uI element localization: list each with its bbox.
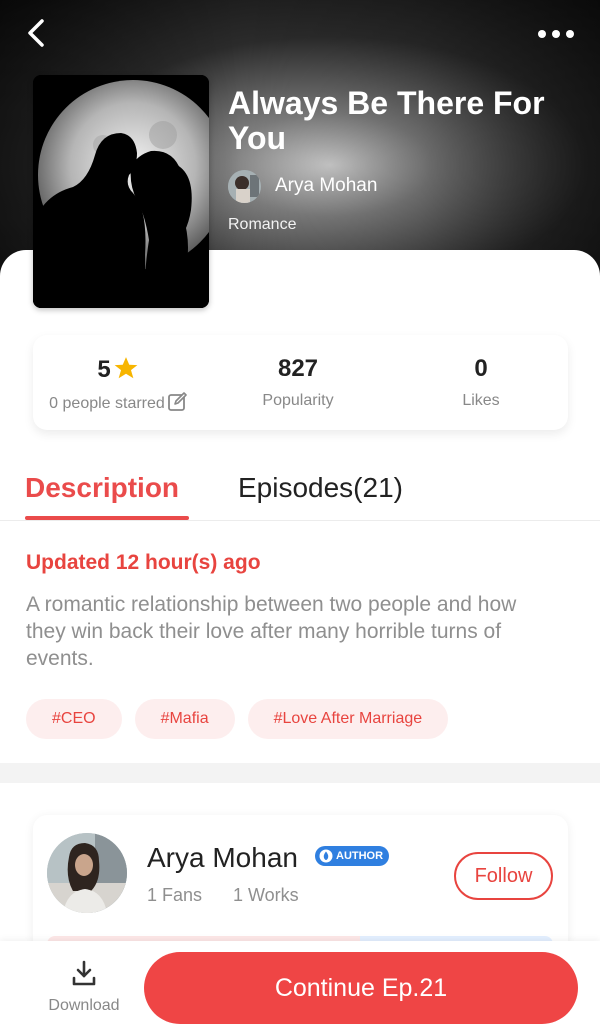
cover-artwork bbox=[33, 75, 209, 308]
author-name[interactable]: Arya Mohan bbox=[147, 842, 298, 874]
tab-bar: Description Episodes(21) bbox=[0, 460, 600, 521]
likes-value: 0 bbox=[474, 355, 488, 382]
author-badge: AUTHOR bbox=[315, 846, 390, 866]
popularity-value: 827 bbox=[277, 355, 319, 382]
rating-label: 0 people starred bbox=[49, 395, 165, 412]
active-tab-indicator bbox=[25, 516, 189, 520]
download-icon bbox=[72, 960, 96, 986]
follow-button[interactable]: Follow bbox=[454, 852, 553, 900]
continue-reading-button[interactable]: Continue Ep.21 bbox=[144, 952, 578, 1024]
tab-description[interactable]: Description bbox=[25, 472, 179, 504]
book-description: A romantic relationship between two peop… bbox=[26, 593, 517, 670]
download-label: Download bbox=[48, 997, 120, 1014]
author-card: Arya Mohan AUTHOR 1 Fans 1 Works Follow bbox=[33, 815, 568, 955]
popularity-label: Popularity bbox=[262, 392, 334, 409]
stat-likes: 0 Likes bbox=[396, 335, 566, 430]
section-divider bbox=[0, 763, 600, 783]
likes-label: Likes bbox=[462, 392, 500, 409]
update-status: Updated 12 hour(s) ago bbox=[26, 551, 261, 574]
author-avatar[interactable] bbox=[47, 833, 127, 913]
author-fans: 1 Fans bbox=[147, 885, 203, 905]
tag-love-after-marriage[interactable]: #Love After Marriage bbox=[247, 699, 449, 739]
book-author[interactable]: Arya Mohan bbox=[228, 168, 377, 204]
tag-mafia[interactable]: #Mafia bbox=[134, 699, 235, 739]
chevron-left-icon[interactable] bbox=[20, 16, 54, 50]
author-name-header: Arya Mohan bbox=[275, 175, 378, 196]
author-works: 1 Works bbox=[233, 885, 299, 905]
edit-icon[interactable] bbox=[167, 392, 187, 412]
stats-card: 5 0 people starred 827 Popularity 0 Like… bbox=[33, 335, 568, 430]
stat-popularity: 827 Popularity bbox=[213, 335, 383, 430]
tag-ceo[interactable]: #CEO bbox=[26, 699, 122, 739]
rating-value: 5 bbox=[97, 356, 111, 383]
bottom-action-bar: Download Continue Ep.21 bbox=[0, 941, 600, 1030]
rating-label-row: 0 people starred bbox=[33, 392, 203, 413]
stat-rating: 5 0 people starred bbox=[33, 335, 203, 430]
author-badge-icon bbox=[319, 849, 333, 863]
rating-value-row: 5 bbox=[33, 355, 203, 384]
book-cover bbox=[33, 75, 209, 308]
tab-episodes[interactable]: Episodes(21) bbox=[238, 472, 403, 504]
download-button[interactable]: Download bbox=[40, 959, 128, 1021]
author-badge-label: AUTHOR bbox=[336, 850, 384, 862]
genre-label[interactable]: Romance bbox=[228, 216, 296, 234]
tag-list: #CEO #Mafia #Love After Marriage bbox=[26, 699, 461, 739]
book-title: Always Be There For You bbox=[228, 85, 545, 156]
more-horizontal-icon[interactable] bbox=[536, 24, 576, 44]
star-icon bbox=[114, 357, 138, 379]
author-avatar-small bbox=[228, 169, 261, 203]
